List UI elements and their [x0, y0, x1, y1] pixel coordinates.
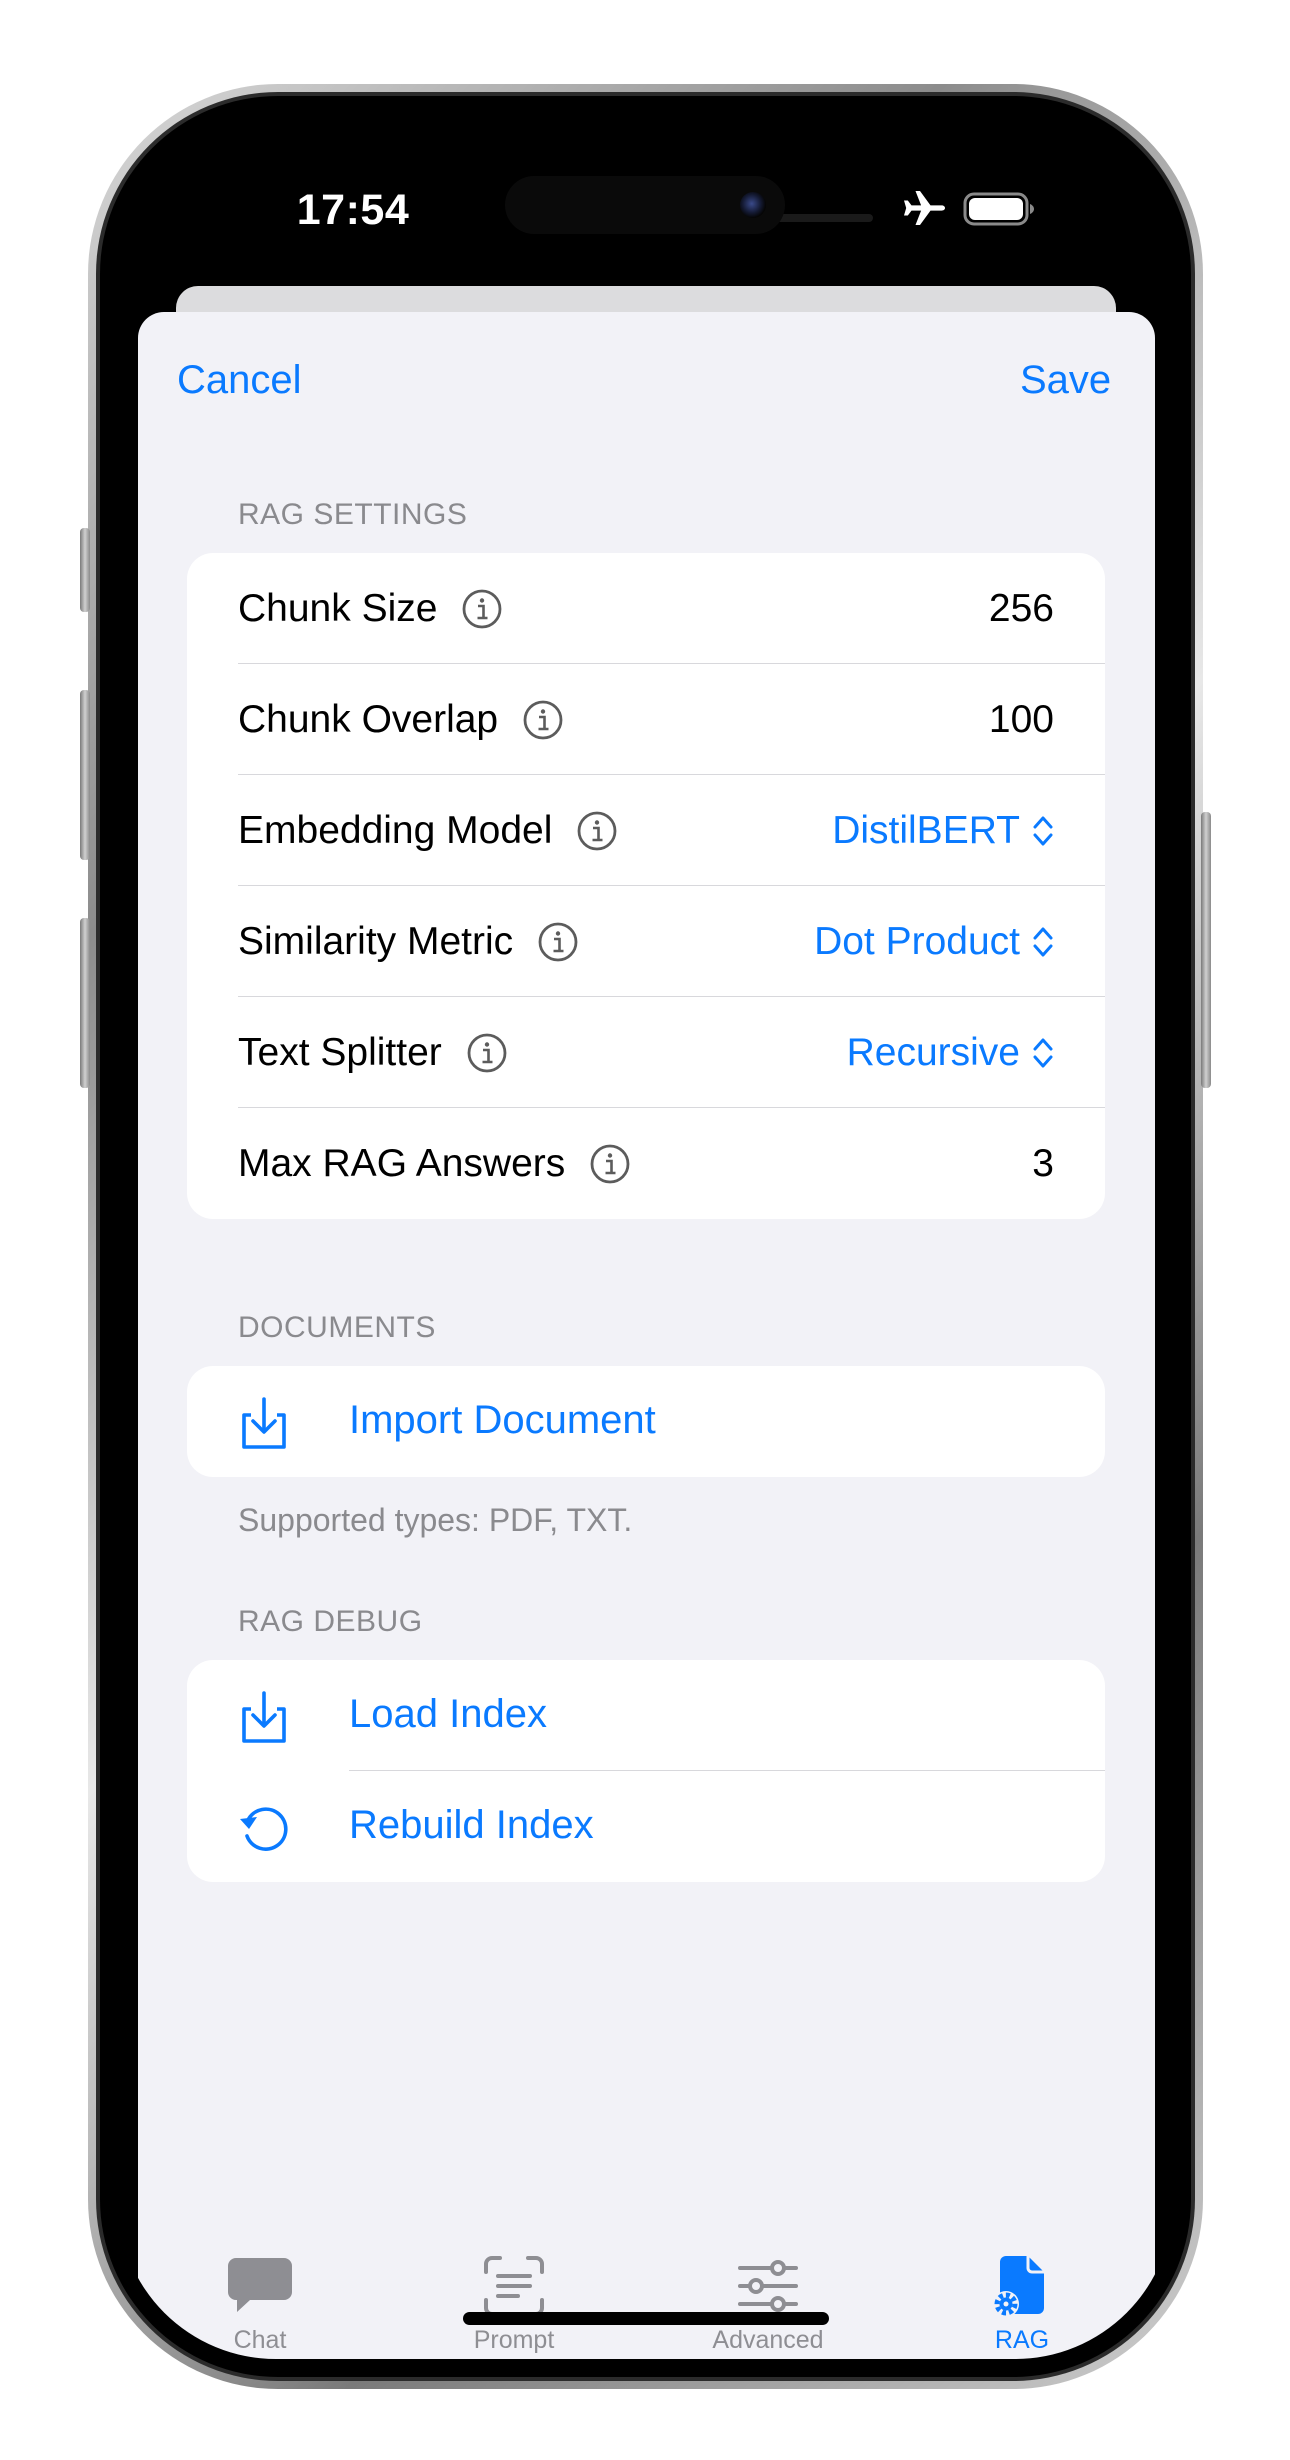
tab-chat[interactable]: Chat — [160, 2254, 360, 2355]
tab-chat-label: Chat — [233, 2326, 287, 2354]
embedding-model-value: DistilBERT — [832, 808, 1020, 852]
supported-types-note: Supported types: PDF, TXT. — [238, 1502, 633, 1538]
rag-settings-group: Chunk Size 256 Chunk Overlap 100 Embeddi… — [187, 553, 1105, 1219]
chunk-size-label: Chunk Size — [238, 586, 438, 630]
embedding-model-picker[interactable]: DistilBERT — [832, 809, 1054, 853]
embedding-model-label: Embedding Model — [238, 808, 553, 852]
max-rag-answers-label: Max RAG Answers — [238, 1141, 566, 1185]
chunk-size-row[interactable]: Chunk Size 256 — [187, 553, 1105, 664]
power-button — [1201, 812, 1211, 1088]
airplane-icon — [904, 191, 945, 225]
battery-icon — [963, 192, 1034, 226]
action-button — [80, 528, 90, 612]
chat-bubble-icon — [228, 2258, 292, 2312]
info-icon[interactable] — [466, 1032, 508, 1074]
chunk-overlap-label-wrap: Chunk Overlap — [238, 698, 564, 742]
tab-prompt[interactable]: Prompt — [414, 2254, 614, 2355]
camera-lens — [740, 192, 766, 218]
info-icon[interactable] — [537, 921, 579, 963]
info-icon[interactable] — [576, 810, 618, 852]
text-splitter-label-wrap: Text Splitter — [238, 1031, 508, 1075]
chevron-up-down-icon — [1033, 1038, 1053, 1067]
volume-up-button — [80, 690, 90, 860]
similarity-metric-label-wrap: Similarity Metric — [238, 920, 579, 964]
rebuild-index-button[interactable]: Rebuild Index — [187, 1771, 1105, 1882]
max-rag-answers-row[interactable]: Max RAG Answers 3 — [187, 1108, 1105, 1219]
import-document-label: Import Document — [349, 1398, 656, 1442]
chunk-size-label-wrap: Chunk Size — [238, 587, 503, 631]
similarity-metric-picker[interactable]: Dot Product — [814, 920, 1054, 964]
rag-debug-header: RAG DEBUG — [238, 1605, 423, 1638]
similarity-metric-value: Dot Product — [814, 919, 1020, 963]
home-indicator — [463, 2312, 829, 2325]
documents-header: DOCUMENTS — [238, 1311, 436, 1344]
tab-advanced-label: Advanced — [712, 2326, 824, 2354]
similarity-metric-label: Similarity Metric — [238, 919, 514, 963]
tab-rag-label: RAG — [994, 2326, 1050, 2354]
screen: 17:54 Cancel Save RAG SETTINGS Chunk Siz… — [118, 114, 1173, 2359]
max-rag-answers-label-wrap: Max RAG Answers — [238, 1142, 631, 1186]
text-splitter-label: Text Splitter — [238, 1030, 442, 1074]
cancel-button[interactable]: Cancel — [177, 358, 302, 403]
rag-debug-group: Load Index Rebuild Index — [187, 1660, 1105, 1882]
similarity-metric-row[interactable]: Similarity Metric Dot Product — [187, 886, 1105, 997]
info-icon[interactable] — [589, 1143, 631, 1185]
sliders-icon — [738, 2260, 798, 2312]
status-time: 17:54 — [296, 186, 410, 234]
tab-rag[interactable]: RAG — [922, 2254, 1122, 2355]
info-icon[interactable] — [522, 699, 564, 741]
text-splitter-picker[interactable]: Recursive — [847, 1031, 1054, 1075]
info-icon[interactable] — [461, 588, 503, 630]
rebuild-index-label: Rebuild Index — [349, 1803, 594, 1847]
save-button[interactable]: Save — [1020, 358, 1111, 403]
tab-prompt-label: Prompt — [473, 2326, 555, 2354]
import-document-button[interactable]: Import Document — [187, 1366, 1105, 1477]
chunk-overlap-row[interactable]: Chunk Overlap 100 — [187, 664, 1105, 775]
document-gear-icon — [993, 2256, 1044, 2317]
load-index-label: Load Index — [349, 1692, 547, 1736]
text-splitter-value: Recursive — [846, 1030, 1020, 1074]
embedding-model-label-wrap: Embedding Model — [238, 809, 618, 853]
load-index-button[interactable]: Load Index — [187, 1660, 1105, 1771]
volume-down-button — [80, 918, 90, 1088]
rag-settings-header: RAG SETTINGS — [238, 498, 468, 531]
text-splitter-row[interactable]: Text Splitter Recursive — [187, 997, 1105, 1108]
chunk-overlap-label: Chunk Overlap — [238, 697, 499, 741]
arrow-counterclockwise-icon — [240, 1807, 288, 1851]
prompt-scan-icon — [484, 2256, 544, 2316]
chunk-overlap-value[interactable]: 100 — [989, 698, 1054, 742]
chevron-up-down-icon — [1033, 927, 1053, 956]
chunk-size-value[interactable]: 256 — [989, 587, 1054, 631]
tray-arrow-down-icon — [242, 1397, 286, 1449]
chevron-up-down-icon — [1033, 816, 1053, 845]
tray-arrow-down-icon — [242, 1691, 286, 1743]
documents-group: Import Document — [187, 1366, 1105, 1477]
tab-advanced[interactable]: Advanced — [668, 2254, 868, 2355]
embedding-model-row[interactable]: Embedding Model DistilBERT — [187, 775, 1105, 886]
max-rag-answers-value[interactable]: 3 — [1032, 1142, 1054, 1186]
